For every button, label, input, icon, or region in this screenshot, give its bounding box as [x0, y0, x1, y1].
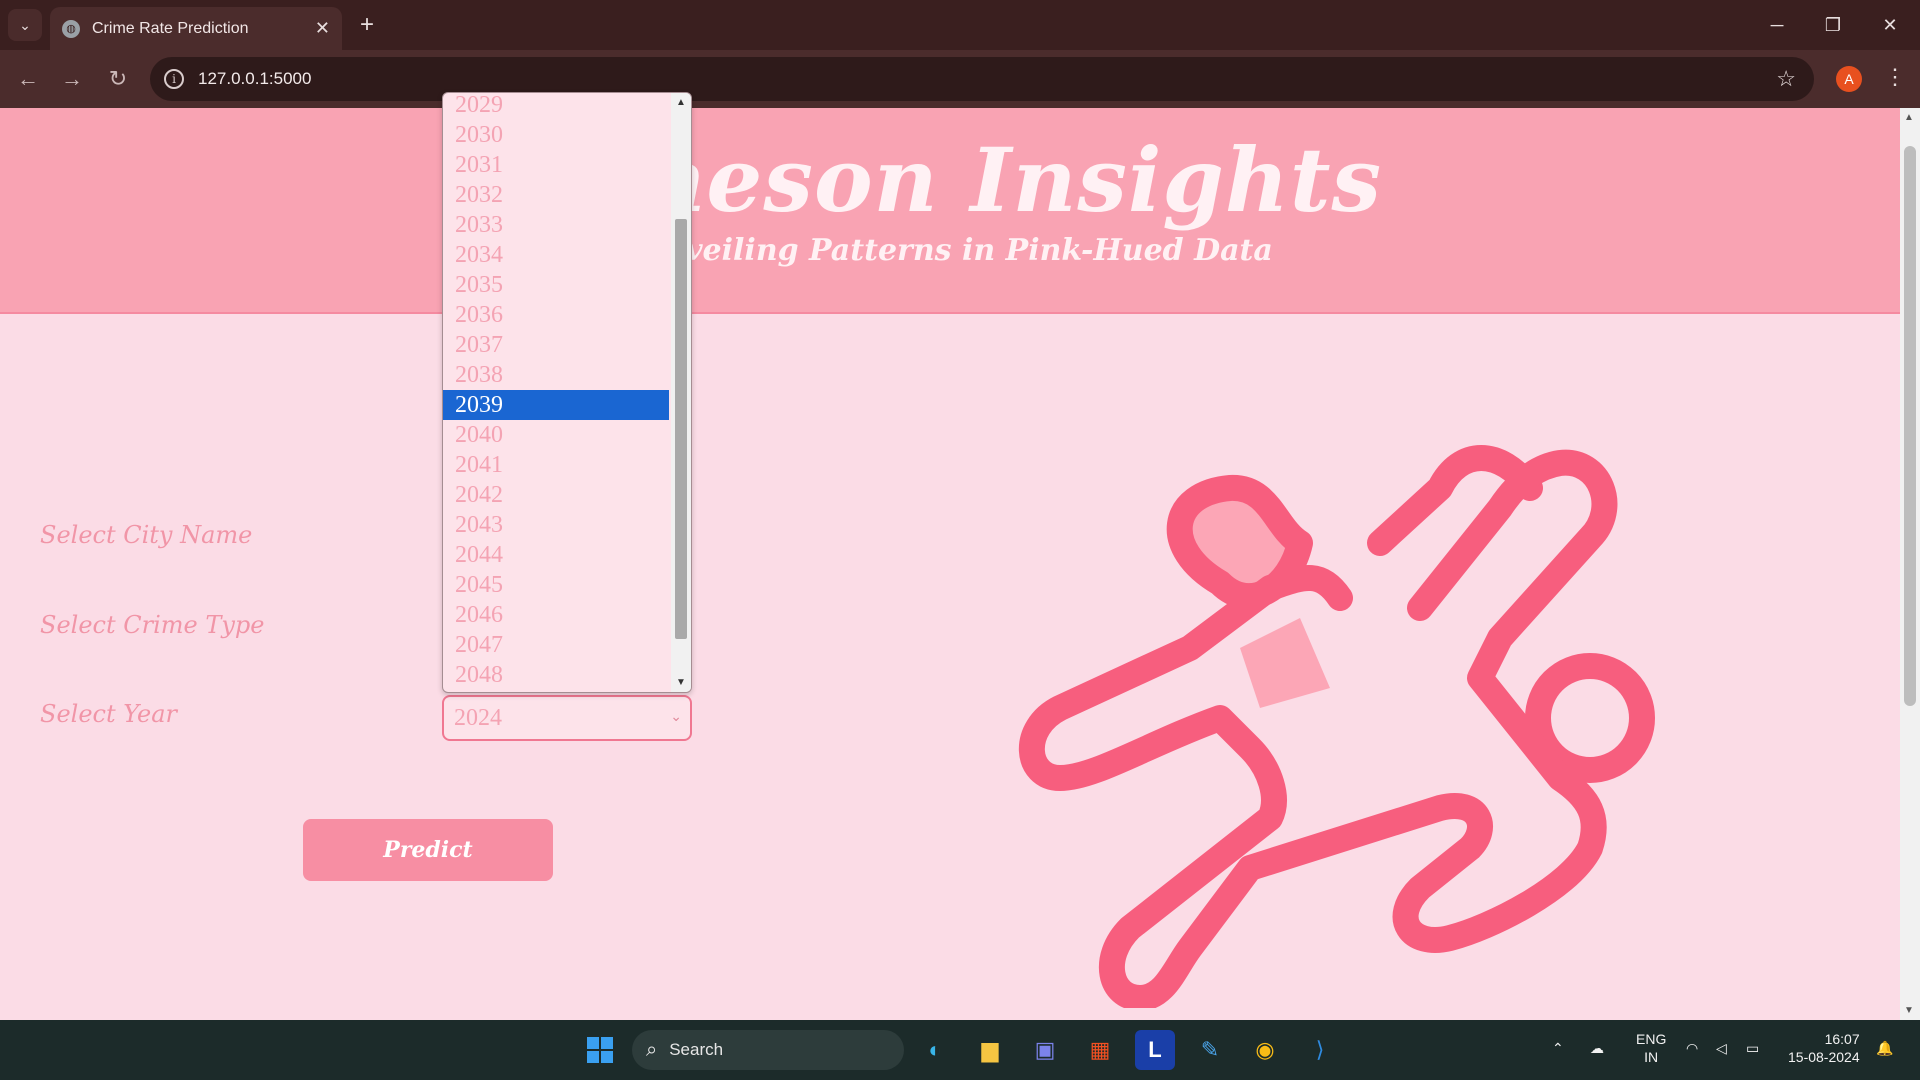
windows-start-icon[interactable] — [580, 1030, 620, 1070]
clock-time: 16:07 — [1824, 1031, 1860, 1047]
windows-logo-icon — [587, 1037, 613, 1063]
volume-icon[interactable]: ◁ — [1716, 1039, 1727, 1057]
dropdown-scrollbar-thumb[interactable] — [675, 219, 687, 639]
minimize-button[interactable]: ─ — [1752, 8, 1802, 42]
chevron-up-icon[interactable]: ⌃ — [1552, 1039, 1564, 1057]
browser-menu-icon[interactable]: ⋮ — [1884, 64, 1906, 90]
globe-icon: ◍ — [62, 19, 80, 38]
year-option[interactable]: 2044 — [443, 540, 669, 570]
year-option[interactable]: 2036 — [443, 300, 669, 330]
year-option[interactable]: 2032 — [443, 180, 669, 210]
predict-button[interactable]: Predict — [303, 819, 553, 881]
battery-icon[interactable]: ▭ — [1746, 1039, 1759, 1057]
year-select-value: 2024 — [454, 705, 502, 731]
new-tab-button[interactable]: + — [352, 10, 382, 40]
year-option[interactable]: 2031 — [443, 150, 669, 180]
taskbar-search[interactable]: ⌕ Search — [632, 1030, 904, 1070]
l-app-icon[interactable]: L — [1135, 1030, 1175, 1070]
year-label: Select Year — [40, 700, 177, 728]
onedrive-icon[interactable]: ☁ — [1590, 1039, 1604, 1057]
pen-app-icon[interactable]: ✎ — [1190, 1030, 1230, 1070]
year-option[interactable]: 2035 — [443, 270, 669, 300]
edge-icon[interactable]: ◐ — [915, 1030, 955, 1070]
year-option[interactable]: 2037 — [443, 330, 669, 360]
hero-title: imeson Insights — [577, 128, 1383, 232]
profile-avatar[interactable]: A — [1836, 66, 1862, 92]
year-select[interactable]: 2024 ⌄ — [442, 695, 692, 741]
chrome-icon[interactable]: ◉ — [1245, 1030, 1285, 1070]
restore-button[interactable]: ❐ — [1808, 8, 1858, 42]
crime-scene-outline-illustration — [1018, 445, 1655, 1008]
year-option[interactable]: 2033 — [443, 210, 669, 240]
scroll-up-icon[interactable]: ▲ — [1904, 112, 1914, 123]
scroll-up-icon[interactable]: ▲ — [676, 97, 686, 108]
browser-tabbar: ⌄ ◍ Crime Rate Prediction ✕ + ─ ❐ ✕ — [0, 0, 1920, 50]
vscode-icon[interactable]: ⟩ — [1300, 1030, 1340, 1070]
year-option[interactable]: 2042 — [443, 480, 669, 510]
year-option[interactable]: 2043 — [443, 510, 669, 540]
url-text: 127.0.0.1:5000 — [198, 69, 312, 88]
browser-tab[interactable]: ◍ Crime Rate Prediction ✕ — [50, 7, 342, 50]
close-tab-icon[interactable]: ✕ — [315, 18, 330, 39]
browser-toolbar: ← → ↻ i 127.0.0.1:5000 ☆ A ⋮ — [0, 50, 1920, 108]
back-button[interactable]: ← — [10, 61, 46, 97]
store-icon[interactable]: ▦ — [1080, 1030, 1120, 1070]
windows-taskbar: ⌕ Search ◐ ▆ ▣ ▦ L ✎ ◉ ⟩ ⌃ ☁ ENG IN ◠ ◁ … — [0, 1020, 1920, 1080]
year-option[interactable]: 2048 — [443, 660, 669, 690]
year-option[interactable]: 2030 — [443, 120, 669, 150]
file-explorer-icon[interactable]: ▆ — [970, 1030, 1010, 1070]
city-label: Select City Name — [40, 521, 253, 549]
address-bar[interactable]: i 127.0.0.1:5000 ☆ — [150, 57, 1814, 101]
year-option[interactable]: 2046 — [443, 600, 669, 630]
notification-bell-icon[interactable]: 🔔 — [1876, 1039, 1893, 1057]
close-window-button[interactable]: ✕ — [1865, 8, 1915, 42]
year-options: 2029 2030 2031 2032 2033 2034 2035 2036 2037 2038… — [443, 93, 669, 690]
lang-bottom: IN — [1644, 1049, 1659, 1065]
year-option[interactable]: 2039 — [443, 390, 669, 420]
lang-top: ENG — [1636, 1031, 1667, 1047]
page-scrollbar-thumb[interactable] — [1904, 146, 1916, 706]
hero-banner: imeson Insights Unveiling Patterns in Pi… — [0, 108, 1900, 314]
clock-date: 15-08-2024 — [1788, 1049, 1860, 1065]
clock[interactable]: 16:07 15-08-2024 — [1788, 1030, 1860, 1066]
page-scrollbar[interactable]: ▲ ▼ — [1900, 108, 1920, 1020]
crime-type-label: Select Crime Type — [40, 611, 265, 639]
reload-button[interactable]: ↻ — [100, 61, 136, 97]
scroll-down-icon[interactable]: ▼ — [676, 677, 686, 688]
tab-search-button[interactable]: ⌄ — [8, 9, 42, 41]
year-option[interactable]: 2045 — [443, 570, 669, 600]
teams-icon[interactable]: ▣ — [1025, 1030, 1065, 1070]
dropdown-scrollbar[interactable]: ▲ ▼ — [671, 93, 691, 692]
year-dropdown-list[interactable]: 2029 2030 2031 2032 2033 2034 2035 2036 2037 2038… — [442, 92, 692, 693]
chevron-down-icon: ⌄ — [670, 710, 682, 725]
year-option[interactable]: 2047 — [443, 630, 669, 660]
year-option[interactable]: 2041 — [443, 450, 669, 480]
year-option[interactable]: 2040 — [443, 420, 669, 450]
scroll-down-icon[interactable]: ▼ — [1904, 1005, 1914, 1016]
web-page: imeson Insights Unveiling Patterns in Pi… — [0, 108, 1900, 1020]
site-info-icon[interactable]: i — [164, 69, 184, 89]
wifi-icon[interactable]: ◠ — [1686, 1039, 1698, 1057]
year-option[interactable]: 2034 — [443, 240, 669, 270]
year-option[interactable]: 2038 — [443, 360, 669, 390]
search-icon: ⌕ — [646, 1038, 658, 1061]
bookmark-star-icon[interactable]: ☆ — [1776, 66, 1796, 92]
year-option[interactable]: 2029 — [443, 93, 669, 120]
hero-subtitle: Unveiling Patterns in Pink-Hued Data — [637, 233, 1273, 268]
tab-title: Crime Rate Prediction — [92, 19, 249, 37]
taskbar-search-label: Search — [669, 1040, 724, 1059]
language-indicator[interactable]: ENG IN — [1636, 1030, 1666, 1066]
forward-button[interactable]: → — [54, 61, 90, 97]
